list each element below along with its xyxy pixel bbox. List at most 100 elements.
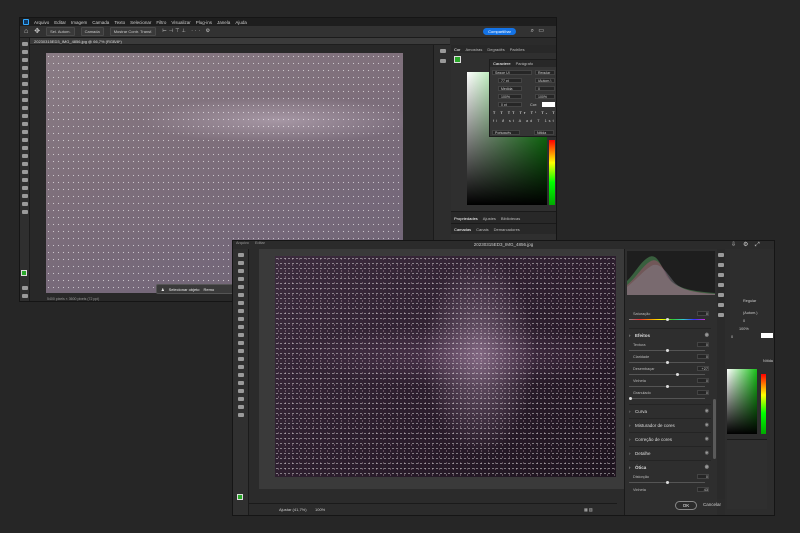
- grain-slider[interactable]: [629, 397, 705, 400]
- save-icon[interactable]: ⇩: [731, 242, 736, 248]
- menu-plugins[interactable]: Plug-ins: [196, 20, 212, 25]
- object-select-tool-icon[interactable]: [22, 66, 28, 70]
- color-mixer-section[interactable]: Misturador de cores ◉: [629, 418, 711, 432]
- frame-tool-icon[interactable]: [22, 82, 28, 86]
- screen-mode-icon[interactable]: [22, 294, 28, 298]
- optics-vignette-value[interactable]: 43: [697, 487, 709, 492]
- tab-libraries[interactable]: Bibliotecas: [501, 216, 520, 221]
- font-style-field[interactable]: Regular: [535, 70, 555, 75]
- hue-slider[interactable]: [549, 140, 555, 205]
- vertical-scale-field[interactable]: 100%: [498, 94, 522, 99]
- history-icon[interactable]: [440, 49, 446, 53]
- dehaze-value[interactable]: +27: [697, 366, 709, 371]
- comments-icon[interactable]: [440, 59, 446, 63]
- language-field[interactable]: Português: [492, 130, 520, 135]
- optics-section[interactable]: Ótica ◉: [629, 460, 711, 474]
- cancel-button[interactable]: Cancelar: [701, 501, 723, 510]
- tab-swatches[interactable]: Amostras: [465, 47, 482, 52]
- select-subject-button[interactable]: Selecionar objeto: [169, 287, 200, 292]
- texture-slider[interactable]: [629, 349, 705, 352]
- font-size-field[interactable]: 77 pt: [498, 78, 522, 83]
- remove-bg-button[interactable]: Remo: [204, 287, 215, 292]
- settings-icon[interactable]: ⚙: [743, 242, 748, 248]
- ok-button[interactable]: OK: [675, 501, 697, 510]
- text-style-buttons[interactable]: T T TT Tт T¹ T₁ T T: [493, 111, 556, 115]
- color-grading-section[interactable]: Correção de cores ◉: [629, 432, 711, 446]
- opentype-buttons[interactable]: fi ∂ st A ad T 1st ½: [493, 119, 556, 123]
- quick-mask-icon[interactable]: [22, 286, 28, 290]
- align-icons[interactable]: ⊢⊣⊤⊥ ··· ⚙: [162, 29, 212, 34]
- saturation-slider[interactable]: [629, 318, 705, 321]
- layer-dropdown[interactable]: Camada: [80, 27, 104, 36]
- menu-filtro[interactable]: Filtro: [156, 20, 166, 25]
- eye-icon[interactable]: ◉: [705, 447, 709, 460]
- marquee-tool-icon[interactable]: [22, 50, 28, 54]
- menu-texto[interactable]: Texto: [114, 20, 125, 25]
- kerning-field[interactable]: Medida: [498, 86, 522, 91]
- healing-tool-icon[interactable]: [22, 98, 28, 102]
- type-tool-icon[interactable]: [22, 170, 28, 174]
- menu-selecionar[interactable]: Selecionar: [130, 20, 151, 25]
- fullscreen-icon[interactable]: ⤢: [755, 242, 760, 248]
- text-color-swatch[interactable]: [542, 102, 555, 107]
- tab-character[interactable]: Caractere: [493, 61, 511, 66]
- foreground-color-swatch[interactable]: [21, 270, 27, 276]
- path-select-tool-icon[interactable]: [22, 178, 28, 182]
- home-icon[interactable]: ⌂: [24, 28, 28, 35]
- eye-icon[interactable]: ◉: [705, 405, 709, 418]
- blur-tool-icon[interactable]: [22, 146, 28, 150]
- remove-icon[interactable]: [718, 273, 724, 277]
- shape-tool-icon[interactable]: [22, 186, 28, 190]
- font-family-field[interactable]: Segoe UI: [492, 70, 532, 75]
- masking-icon[interactable]: [718, 283, 724, 287]
- edit-toolbar-icon[interactable]: [22, 210, 28, 214]
- redeye-icon[interactable]: [718, 293, 724, 297]
- eye-icon[interactable]: ◉: [705, 461, 709, 474]
- eyedropper-tool-icon[interactable]: [22, 90, 28, 94]
- auto-select-checkbox[interactable]: Sel. Autom.: [46, 27, 75, 36]
- presets-icon[interactable]: [718, 303, 724, 307]
- tab-patterns[interactable]: Padrões: [510, 47, 525, 52]
- panel-scrollbar[interactable]: [713, 399, 716, 459]
- crop-tool-icon[interactable]: [22, 74, 28, 78]
- menu-editar[interactable]: Editar: [54, 20, 66, 25]
- brush-tool-icon[interactable]: [22, 106, 28, 110]
- zoom-tool-icon[interactable]: [22, 202, 28, 206]
- horizontal-scale-field[interactable]: 100%: [535, 94, 555, 99]
- menu-visualizar[interactable]: Visualizar: [171, 20, 190, 25]
- saturation-value[interactable]: 0: [697, 311, 709, 316]
- menu-janela[interactable]: Janela: [217, 20, 230, 25]
- tracking-field[interactable]: 0: [535, 86, 555, 91]
- eye-icon[interactable]: ◉: [705, 419, 709, 432]
- distortion-slider[interactable]: [629, 481, 705, 484]
- baseline-field[interactable]: 0 pt: [498, 102, 522, 107]
- leading-field[interactable]: (Autom.): [535, 78, 555, 83]
- tab-adjustments[interactable]: Ajustes: [483, 216, 496, 221]
- menu-imagem[interactable]: Imagem: [71, 20, 87, 25]
- menu-camada[interactable]: Camada: [92, 20, 109, 25]
- tab-channels[interactable]: Canais: [476, 227, 488, 232]
- zoom-fit-dropdown[interactable]: Ajustar (41,7%): [279, 507, 307, 512]
- eraser-tool-icon[interactable]: [22, 130, 28, 134]
- move-tool-icon[interactable]: ✥: [34, 28, 40, 35]
- vignette-value[interactable]: 0: [697, 378, 709, 383]
- zoom-100-button[interactable]: 100%: [315, 507, 325, 512]
- share-button[interactable]: Compartilhar: [483, 28, 516, 35]
- texture-value[interactable]: 0: [697, 342, 709, 347]
- color-panel-swatch[interactable]: [454, 56, 461, 63]
- tab-color[interactable]: Cor: [454, 47, 460, 52]
- curve-section[interactable]: Curva ◉: [629, 404, 711, 418]
- gradient-tool-icon[interactable]: [22, 138, 28, 142]
- antialias-field[interactable]: Nítida: [534, 130, 554, 135]
- tab-properties[interactable]: Propriedades: [454, 216, 478, 221]
- edit-icon[interactable]: [718, 253, 724, 257]
- tab-layers[interactable]: Camadas: [454, 227, 471, 232]
- stamp-tool-icon[interactable]: [22, 114, 28, 118]
- document-tab[interactable]: 20230315ED3_IMG_4856.jpg @ 66,7% (RGB/8*…: [30, 38, 450, 45]
- tab-paths[interactable]: Demarcadores: [494, 227, 520, 232]
- hand-tool-icon[interactable]: [22, 194, 28, 198]
- move-tool-icon[interactable]: [22, 42, 28, 46]
- clarity-value[interactable]: 0: [697, 354, 709, 359]
- workspace-icon[interactable]: ▭: [538, 28, 544, 34]
- menu-arquivo[interactable]: Arquivo: [34, 20, 49, 25]
